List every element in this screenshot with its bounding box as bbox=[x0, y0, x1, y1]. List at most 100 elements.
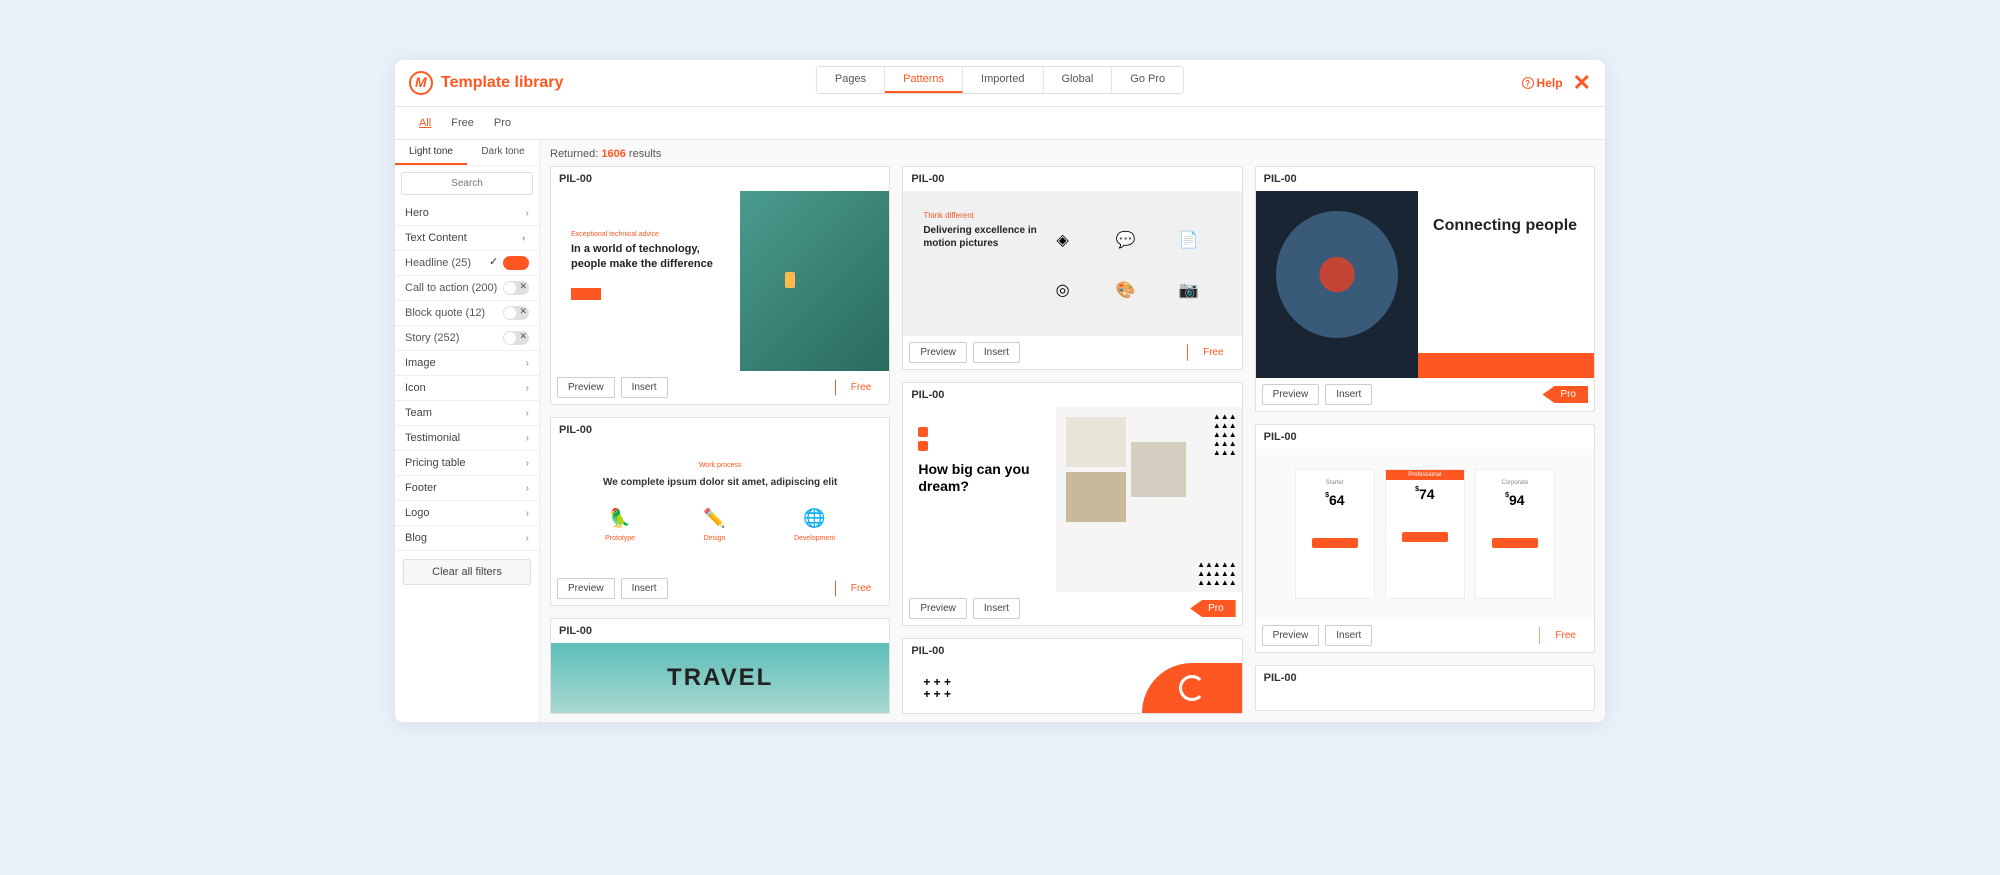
price-value: 64 bbox=[1329, 492, 1345, 508]
card-footer: Preview Insert Free bbox=[551, 371, 889, 404]
template-thumbnail[interactable]: Exceptional technical advice In a world … bbox=[551, 191, 889, 371]
tone-dark[interactable]: Dark tone bbox=[467, 140, 539, 165]
cat-label: Logo bbox=[405, 507, 429, 519]
cat-label: Footer bbox=[405, 482, 437, 494]
tab-global[interactable]: Global bbox=[1043, 67, 1112, 93]
header-right: ? Help ✕ bbox=[1522, 70, 1591, 96]
search-input[interactable] bbox=[401, 172, 533, 195]
thumb-collage-icon: ▲▲▲▲▲▲▲▲▲▲▲▲▲▲▲ ▲▲▲▲▲▲▲▲▲▲▲▲▲▲▲ bbox=[1056, 407, 1242, 592]
cat-footer[interactable]: Footer › bbox=[395, 476, 539, 501]
tab-pages[interactable]: Pages bbox=[817, 67, 885, 93]
grid-col-3: PIL-00 Connecting people Preview Insert … bbox=[1255, 166, 1595, 714]
cat-icon[interactable]: Icon› bbox=[395, 376, 539, 401]
cat-label: Blog bbox=[405, 532, 427, 544]
tone-light[interactable]: Light tone bbox=[395, 140, 467, 165]
template-thumbnail[interactable]: Work process We complete ipsum dolor sit… bbox=[551, 442, 889, 572]
template-thumbnail[interactable]: Think different Delivering excellence in… bbox=[903, 191, 1241, 336]
cat-logo[interactable]: Logo› bbox=[395, 501, 539, 526]
thumb-heading: Connecting people bbox=[1433, 216, 1579, 235]
filter-pro[interactable]: Pro bbox=[484, 113, 521, 133]
price-title: Corporate bbox=[1482, 480, 1548, 486]
insert-button[interactable]: Insert bbox=[1325, 625, 1372, 646]
twitter-icon bbox=[918, 427, 928, 437]
thumb-avatar-icon bbox=[1256, 191, 1418, 378]
returned-prefix: Returned: bbox=[550, 148, 598, 160]
insert-button[interactable]: Insert bbox=[973, 598, 1020, 619]
chevron-right-icon: › bbox=[526, 483, 529, 494]
template-card: PIL-00 Work process We complete ipsum do… bbox=[550, 417, 890, 606]
grid-col-2: PIL-00 Think different Delivering excell… bbox=[902, 166, 1242, 714]
cat-label: Testimonial bbox=[405, 432, 460, 444]
filter-free[interactable]: Free bbox=[441, 113, 484, 133]
help-icon: ? bbox=[1522, 77, 1534, 89]
toggle-off-icon[interactable] bbox=[503, 281, 529, 295]
filter-all[interactable]: All bbox=[409, 113, 441, 133]
thumb-heading: We complete ipsum dolor sit amet, adipis… bbox=[571, 477, 869, 488]
chat-icon: 💬 bbox=[1106, 220, 1146, 260]
insert-button[interactable]: Insert bbox=[621, 377, 668, 398]
thumb-subtitle: Think different bbox=[923, 211, 1221, 220]
grid-col-1: PIL-00 Exceptional technical advice In a… bbox=[550, 166, 890, 714]
cat-pricing-table[interactable]: Pricing table › bbox=[395, 451, 539, 476]
camera-icon: 📷 bbox=[1169, 270, 1209, 310]
toggle-off-icon[interactable] bbox=[503, 331, 529, 345]
app-title: Template library bbox=[441, 74, 563, 92]
preview-button[interactable]: Preview bbox=[1262, 625, 1320, 646]
preview-button[interactable]: Preview bbox=[909, 342, 967, 363]
insert-button[interactable]: Insert bbox=[621, 578, 668, 599]
help-link[interactable]: ? Help bbox=[1522, 76, 1563, 90]
card-title: PIL-00 bbox=[903, 383, 1241, 407]
close-button[interactable]: ✕ bbox=[1573, 70, 1591, 96]
clear-filters-button[interactable]: Clear all filters bbox=[403, 559, 531, 585]
preview-button[interactable]: Preview bbox=[909, 598, 967, 619]
tab-patterns[interactable]: Patterns bbox=[885, 67, 963, 93]
price-title: Professional bbox=[1386, 470, 1464, 480]
free-badge: Free bbox=[1539, 627, 1588, 644]
sub-headline[interactable]: Headline (25) bbox=[395, 251, 539, 276]
preview-button[interactable]: Preview bbox=[1262, 384, 1320, 405]
cat-blog[interactable]: Blog› bbox=[395, 526, 539, 551]
template-thumbnail[interactable] bbox=[1256, 690, 1594, 710]
thumb-heading: Delivering excellence in motion pictures bbox=[923, 224, 1042, 250]
thumb-image-icon bbox=[740, 191, 889, 371]
cat-label: Icon bbox=[405, 382, 426, 394]
card-title: PIL-00 bbox=[1256, 666, 1594, 690]
cat-image[interactable]: Image› bbox=[395, 351, 539, 376]
cat-hero[interactable]: Hero › bbox=[395, 201, 539, 226]
cat-testimonial[interactable]: Testimonial› bbox=[395, 426, 539, 451]
tab-gopro[interactable]: Go Pro bbox=[1112, 67, 1183, 93]
template-card: PIL-00 + + ++ + + bbox=[902, 638, 1242, 714]
chevron-right-icon: › bbox=[526, 458, 529, 469]
help-label: Help bbox=[1537, 76, 1563, 90]
results-count: Returned: 1606 results bbox=[550, 148, 1595, 160]
insert-button[interactable]: Insert bbox=[973, 342, 1020, 363]
template-thumbnail[interactable]: Connecting people bbox=[1256, 191, 1594, 378]
thumb-bar-icon bbox=[1418, 353, 1594, 378]
sub-label: Block quote (12) bbox=[405, 307, 485, 319]
card-footer: Preview Insert Pro bbox=[903, 592, 1241, 625]
cat-team[interactable]: Team› bbox=[395, 401, 539, 426]
preview-button[interactable]: Preview bbox=[557, 377, 615, 398]
sub-blockquote[interactable]: Block quote (12) bbox=[395, 301, 539, 326]
chevron-down-icon: ⌄ bbox=[519, 234, 530, 242]
cat-label: Pricing table bbox=[405, 457, 466, 469]
template-thumbnail[interactable]: How big can you dream? ▲▲▲▲▲▲▲▲▲▲▲▲▲▲▲ ▲… bbox=[903, 407, 1241, 592]
template-thumbnail[interactable]: TRAVEL bbox=[551, 643, 889, 713]
globe-icon: 🌐 bbox=[794, 508, 835, 529]
bird-icon: 🦜 bbox=[605, 508, 635, 529]
insert-button[interactable]: Insert bbox=[1325, 384, 1372, 405]
sub-story[interactable]: Story (252) bbox=[395, 326, 539, 351]
thumb-button-icon bbox=[571, 288, 601, 300]
pencils-icon: ✏️ bbox=[703, 508, 725, 529]
sub-cta[interactable]: Call to action (200) bbox=[395, 276, 539, 301]
template-thumbnail[interactable]: + + ++ + + bbox=[903, 663, 1241, 713]
toggle-off-icon[interactable] bbox=[503, 306, 529, 320]
chevron-right-icon: › bbox=[526, 358, 529, 369]
tab-imported[interactable]: Imported bbox=[963, 67, 1043, 93]
preview-button[interactable]: Preview bbox=[557, 578, 615, 599]
toggle-on-icon[interactable] bbox=[503, 256, 529, 270]
template-thumbnail[interactable]: Starter$64 Professional$74 Corporate$94 bbox=[1256, 449, 1594, 619]
thumb-subtitle: Exceptional technical advice bbox=[571, 231, 720, 238]
cat-text-content[interactable]: Text Content ⌄ bbox=[395, 226, 539, 251]
sidebar: Light tone Dark tone Hero › Text Content… bbox=[395, 140, 540, 722]
